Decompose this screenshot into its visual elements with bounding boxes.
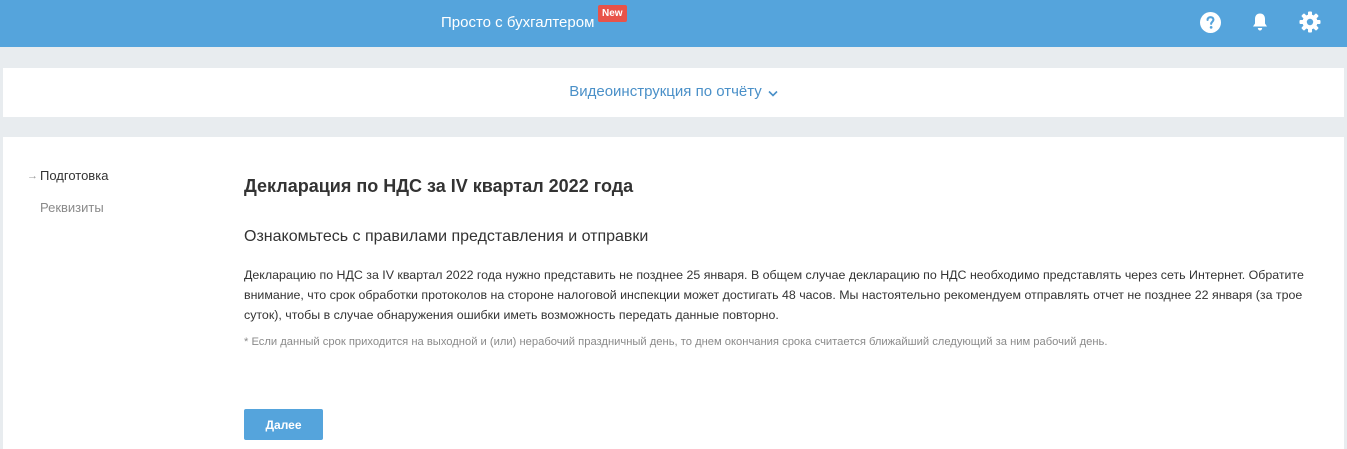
new-badge: New: [598, 5, 627, 22]
section-subtitle: Ознакомьтесь с правилами представления и…: [244, 228, 649, 245]
video-instruction-link[interactable]: Видеоинструкция по отчёту: [3, 83, 1344, 101]
next-button[interactable]: Далее: [244, 409, 323, 440]
step-requisites[interactable]: Реквизиты: [27, 200, 108, 216]
step-preparation[interactable]: → Подготовка: [27, 168, 108, 184]
bell-icon[interactable]: [1249, 11, 1271, 33]
main-panel: → Подготовка Реквизиты Декларация по НДС…: [3, 137, 1344, 449]
info-paragraph: Декларацию по НДС за IV квартал 2022 год…: [244, 268, 1304, 322]
gear-icon[interactable]: [1299, 11, 1321, 33]
chevron-down-icon: [768, 84, 778, 101]
footnote: * Если данный срок приходится на выходно…: [244, 336, 1108, 348]
step-label: Подготовка: [40, 168, 109, 183]
steps-nav: → Подготовка Реквизиты: [27, 168, 108, 232]
video-instruction-label: Видеоинструкция по отчёту: [569, 83, 762, 100]
arrow-right-icon: →: [27, 170, 38, 182]
step-label: Реквизиты: [40, 200, 104, 215]
brand-link[interactable]: Просто с бухгалтером: [441, 14, 594, 32]
help-icon[interactable]: [1199, 11, 1221, 33]
top-bar: Просто с бухгалтером New: [0, 0, 1347, 47]
video-instruction-panel: Видеоинструкция по отчёту: [3, 68, 1344, 117]
content: Декларация по НДС за IV квартал 2022 год…: [244, 175, 1324, 350]
page-title: Декларация по НДС за IV квартал 2022 год…: [244, 176, 634, 196]
